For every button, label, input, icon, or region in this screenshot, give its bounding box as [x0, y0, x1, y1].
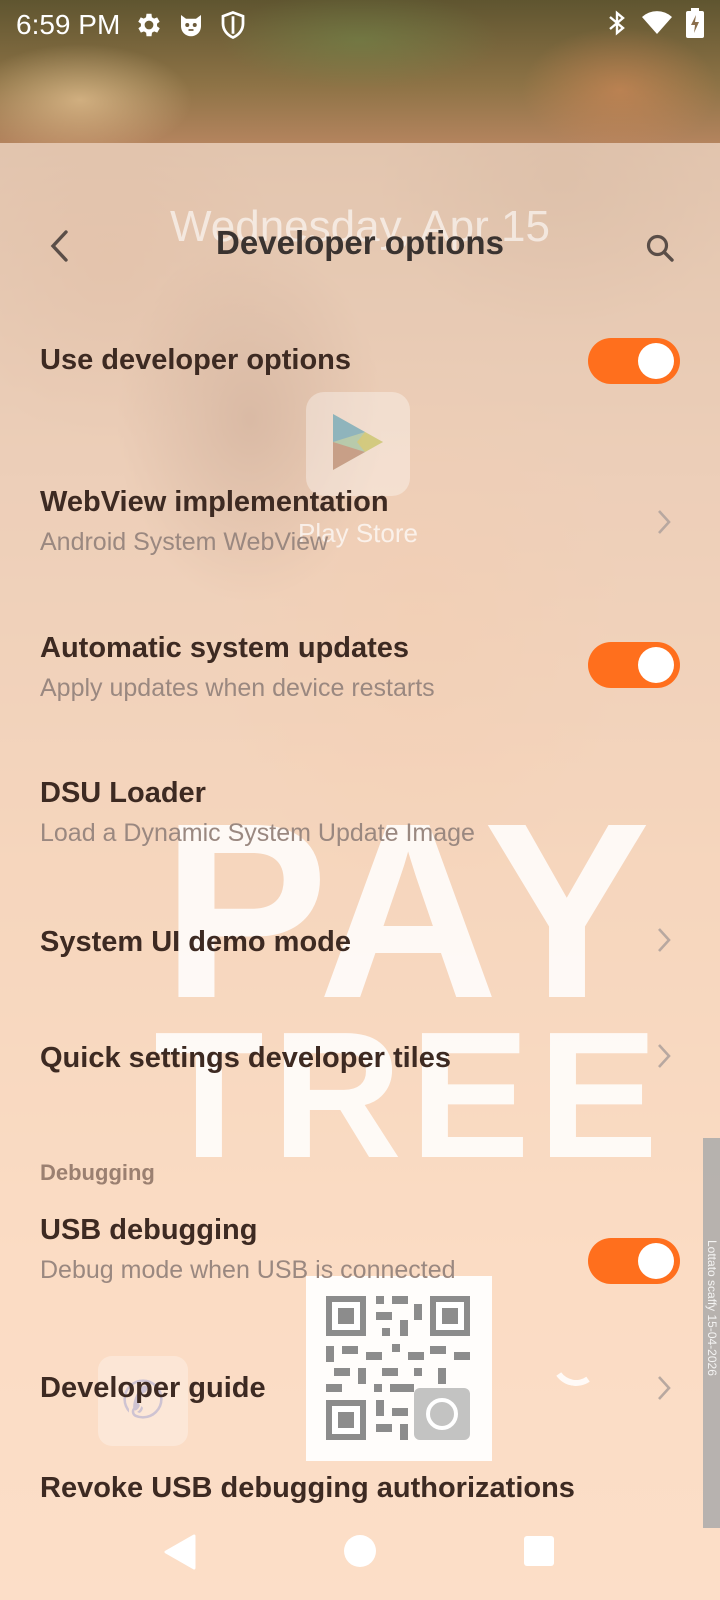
- battery-icon: [686, 7, 704, 43]
- setting-summary: Android System WebView: [40, 528, 329, 556]
- toggle-knob: [638, 343, 674, 379]
- chevron-right-icon: [650, 508, 678, 536]
- setting-webview-implementation[interactable]: WebView implementation Android System We…: [0, 470, 700, 580]
- setting-dsu-loader[interactable]: DSU Loader Load a Dynamic System Update …: [0, 761, 700, 871]
- status-bar: 6:59 PM: [0, 0, 720, 50]
- setting-developer-guide[interactable]: Developer guide: [0, 1348, 700, 1432]
- setting-title: Revoke USB debugging authorizations: [40, 1472, 575, 1504]
- cat-face-icon: [176, 10, 206, 40]
- toggle-knob: [638, 647, 674, 683]
- chevron-right-icon: [650, 926, 678, 954]
- nav-recents-icon[interactable]: [524, 1536, 554, 1566]
- chevron-right-icon: [650, 1374, 678, 1402]
- wifi-icon: [642, 10, 672, 41]
- setting-title: USB debugging: [40, 1214, 258, 1246]
- chevron-right-icon: [650, 1042, 678, 1070]
- nav-home-icon[interactable]: [344, 1535, 376, 1567]
- shield-icon: [218, 10, 248, 40]
- search-icon[interactable]: [636, 224, 684, 272]
- bluetooth-icon: [606, 9, 628, 42]
- usb-debugging-toggle[interactable]: [588, 1238, 680, 1284]
- status-right-icons: [606, 7, 704, 43]
- setting-title: DSU Loader: [40, 777, 206, 809]
- setting-summary: Apply updates when device restarts: [40, 674, 435, 702]
- page-title: Developer options: [216, 224, 504, 261]
- setting-summary: Debug mode when USB is connected: [40, 1256, 456, 1284]
- automatic-system-updates-toggle[interactable]: [588, 642, 680, 688]
- status-time: 6:59 PM: [16, 9, 121, 40]
- setting-use-developer-options[interactable]: Use developer options: [0, 320, 700, 406]
- setting-quick-settings-developer-tiles[interactable]: Quick settings developer tiles: [0, 1016, 700, 1100]
- setting-title: Automatic system updates: [40, 632, 410, 664]
- setting-usb-debugging[interactable]: USB debugging Debug mode when USB is con…: [0, 1200, 700, 1310]
- gear-icon: [134, 10, 164, 40]
- setting-system-ui-demo-mode[interactable]: System UI demo mode: [0, 900, 700, 984]
- top-app-bar: Developer options: [0, 196, 720, 296]
- setting-automatic-system-updates[interactable]: Automatic system updates Apply updates w…: [0, 616, 700, 726]
- nav-back-icon[interactable]: [162, 1534, 196, 1575]
- use-developer-options-toggle[interactable]: [588, 338, 680, 384]
- navigation-bar: [0, 1520, 720, 1590]
- setting-title: WebView implementation: [40, 486, 389, 518]
- toggle-knob: [638, 1243, 674, 1279]
- setting-title: Quick settings developer tiles: [40, 1042, 451, 1074]
- setting-title: System UI demo mode: [40, 926, 352, 958]
- setting-title: Developer guide: [40, 1372, 266, 1404]
- setting-title: Use developer options: [40, 344, 352, 376]
- back-arrow-icon[interactable]: [36, 222, 84, 270]
- setting-revoke-usb-debugging-authorizations[interactable]: Revoke USB debugging authorizations: [0, 1460, 700, 1520]
- side-edge-tab-text: Lottato scaffy 15-04-2026: [705, 1240, 719, 1376]
- setting-summary: Load a Dynamic System Update Image: [40, 819, 475, 847]
- section-header-debugging: Debugging: [40, 1160, 155, 1185]
